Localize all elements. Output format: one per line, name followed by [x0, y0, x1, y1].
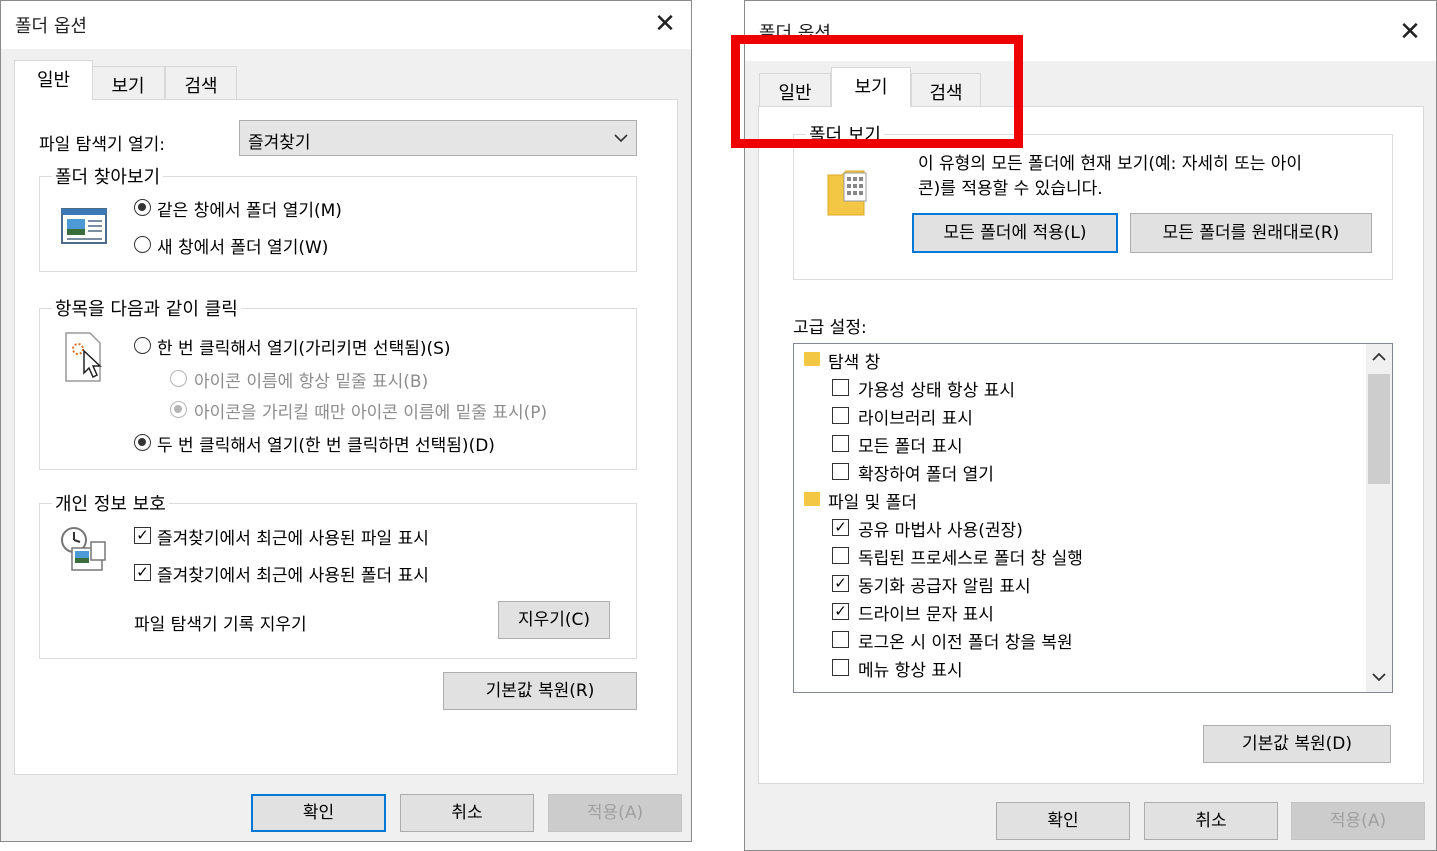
underline-always-label: 아이콘 이름에 항상 밑줄 표시(B) [194, 372, 429, 392]
vertical-scrollbar[interactable] [1366, 344, 1392, 692]
radio-single-click[interactable] [134, 337, 151, 354]
radio-new-window[interactable] [134, 236, 151, 253]
tree-checkbox[interactable] [832, 631, 849, 648]
click-items-label: 항목을 다음과 같이 클릭 [52, 295, 241, 321]
general-panel: 파일 탐색기 열기: 즐겨찾기 폴더 찾아보기 같은 창에서 폴더 열기(M) … [14, 99, 678, 775]
reset-folders-button[interactable]: 모든 폴더를 원래대로(R) [1130, 213, 1372, 253]
radio-same-window[interactable] [134, 199, 151, 216]
tree-option-label: 드라이브 문자 표시 [858, 605, 994, 625]
recent-folders-label: 즐겨찾기에서 최근에 사용된 폴더 표시 [157, 566, 429, 586]
browse-folders-label: 폴더 찾아보기 [52, 163, 164, 189]
explorer-open-label: 파일 탐색기 열기: [39, 135, 166, 155]
tree-checkbox[interactable] [832, 659, 849, 676]
tree-checkbox[interactable] [832, 379, 849, 396]
tree-category-label: 파일 및 폴더 [828, 493, 918, 513]
restore-defaults-button[interactable]: 기본값 복원(R) [443, 672, 637, 710]
click-items-group: 항목을 다음과 같이 클릭 한 번 클릭해서 열기(가리키면 선택됨)(S) 아… [39, 295, 637, 470]
folder-views-desc-line1: 이 유형의 모든 폴더에 현재 보기(예: 자세히 또는 아이 [918, 154, 1303, 174]
folder-view-icon [827, 170, 867, 216]
clear-history-button[interactable]: 지우기(C) [498, 601, 610, 639]
highlight-box [731, 35, 1023, 148]
close-button[interactable]: ✕ [649, 7, 681, 41]
ok-button[interactable]: 확인 [996, 802, 1130, 840]
radio-underline-hover[interactable] [170, 401, 187, 418]
explorer-open-value: 즐겨찾기 [248, 133, 311, 153]
folder-views-desc-line2: 콘)를 적용할 수 있습니다. [918, 179, 1103, 199]
close-button[interactable]: ✕ [1394, 15, 1426, 49]
scrollbar-thumb[interactable] [1368, 374, 1390, 484]
tree-option-label: 독립된 프로세스로 폴더 창 실행 [858, 549, 1083, 569]
tree-checkbox[interactable]: ✓ [832, 575, 849, 592]
tree-option-label: 동기화 공급자 알림 표시 [858, 577, 1031, 597]
single-click-label: 한 번 클릭해서 열기(가리키면 선택됨)(S) [157, 339, 451, 359]
ok-button[interactable]: 확인 [251, 794, 386, 832]
underline-hover-label: 아이콘을 가리킬 때만 아이콘 이름에 밑줄 표시(P) [194, 403, 548, 423]
checkbox-recent-folders[interactable]: ✓ [134, 564, 151, 581]
tree-option-label: 가용성 상태 항상 표시 [858, 381, 1015, 401]
tree-checkbox[interactable]: ✓ [832, 603, 849, 620]
title-bar: 폴더 옵션 ✕ [1, 1, 691, 49]
clear-history-label: 파일 탐색기 기록 지우기 [134, 615, 307, 635]
tree-option-label: 공유 마법사 사용(권장) [858, 521, 1023, 541]
browse-same-label: 같은 창에서 폴더 열기(M) [157, 201, 342, 221]
cursor-click-icon [65, 332, 102, 382]
dialog-title: 폴더 옵션 [15, 16, 87, 37]
tree-option-label: 모든 폴더 표시 [858, 437, 963, 457]
tree-checkbox[interactable] [832, 547, 849, 564]
apply-button[interactable]: 적용(A) [548, 794, 682, 832]
scroll-up-icon[interactable] [1372, 352, 1386, 362]
advanced-settings-tree[interactable]: 탐색 창가용성 상태 항상 표시라이브러리 표시모든 폴더 표시확장하여 폴더 … [793, 343, 1393, 693]
tree-checkbox[interactable] [832, 435, 849, 452]
privacy-label: 개인 정보 보호 [52, 490, 169, 516]
tree-checkbox[interactable]: ✓ [832, 519, 849, 536]
tree-category-label: 탐색 창 [828, 353, 881, 373]
explorer-open-dropdown[interactable]: 즐겨찾기 [239, 120, 637, 156]
restore-defaults-button[interactable]: 기본값 복원(D) [1203, 725, 1391, 763]
chevron-down-icon [614, 134, 628, 143]
tab-general[interactable]: 일반 [14, 60, 93, 100]
tab-view[interactable]: 보기 [91, 66, 165, 100]
browse-new-label: 새 창에서 폴더 열기(W) [157, 238, 329, 258]
cancel-button[interactable]: 취소 [1144, 802, 1278, 840]
tree-option-label: 메뉴 항상 표시 [858, 661, 963, 681]
browse-folders-group: 폴더 찾아보기 같은 창에서 폴더 열기(M) 새 창에서 폴더 열기(W) [39, 163, 637, 272]
double-click-label: 두 번 클릭해서 열기(한 번 클릭하면 선택됨)(D) [157, 436, 495, 456]
cancel-button[interactable]: 취소 [400, 794, 534, 832]
advanced-settings-label: 고급 설정: [793, 318, 867, 338]
checkbox-recent-files[interactable]: ✓ [134, 527, 151, 544]
folder-options-dialog-general: 폴더 옵션 ✕ 일반 보기 검색 파일 탐색기 열기: 즐겨찾기 폴더 찾아보기 [0, 0, 692, 842]
privacy-group: 개인 정보 보호 ✓ 즐겨찾기에서 최근에 사용된 파일 표시 ✓ 즐겨찾기에서… [39, 490, 637, 659]
radio-underline-always[interactable] [170, 370, 187, 387]
radio-double-click[interactable] [134, 434, 151, 451]
window-icon [61, 208, 107, 244]
tree-checkbox[interactable] [832, 407, 849, 424]
folder-icon [804, 492, 820, 506]
recent-files-icon [61, 527, 106, 571]
scroll-down-icon[interactable] [1372, 672, 1386, 682]
tree-option-label: 확장하여 폴더 열기 [858, 465, 994, 485]
tree-option-label: 라이브러리 표시 [858, 409, 973, 429]
folder-views-group: 폴더 보기 이 유형의 모든 폴더에 현재 보기(예: 자세히 또는 아이 콘)… [793, 121, 1393, 280]
folder-icon [804, 352, 820, 366]
tree-option-label: 로그온 시 이전 폴더 창을 복원 [858, 633, 1073, 653]
apply-button[interactable]: 적용(A) [1291, 802, 1425, 840]
view-panel: 폴더 보기 이 유형의 모든 폴더에 현재 보기(예: 자세히 또는 아이 콘)… [758, 106, 1424, 784]
tree-checkbox[interactable] [832, 463, 849, 480]
apply-to-folders-button[interactable]: 모든 폴더에 적용(L) [912, 213, 1118, 253]
recent-files-label: 즐겨찾기에서 최근에 사용된 파일 표시 [157, 529, 429, 549]
tab-search[interactable]: 검색 [165, 66, 237, 100]
